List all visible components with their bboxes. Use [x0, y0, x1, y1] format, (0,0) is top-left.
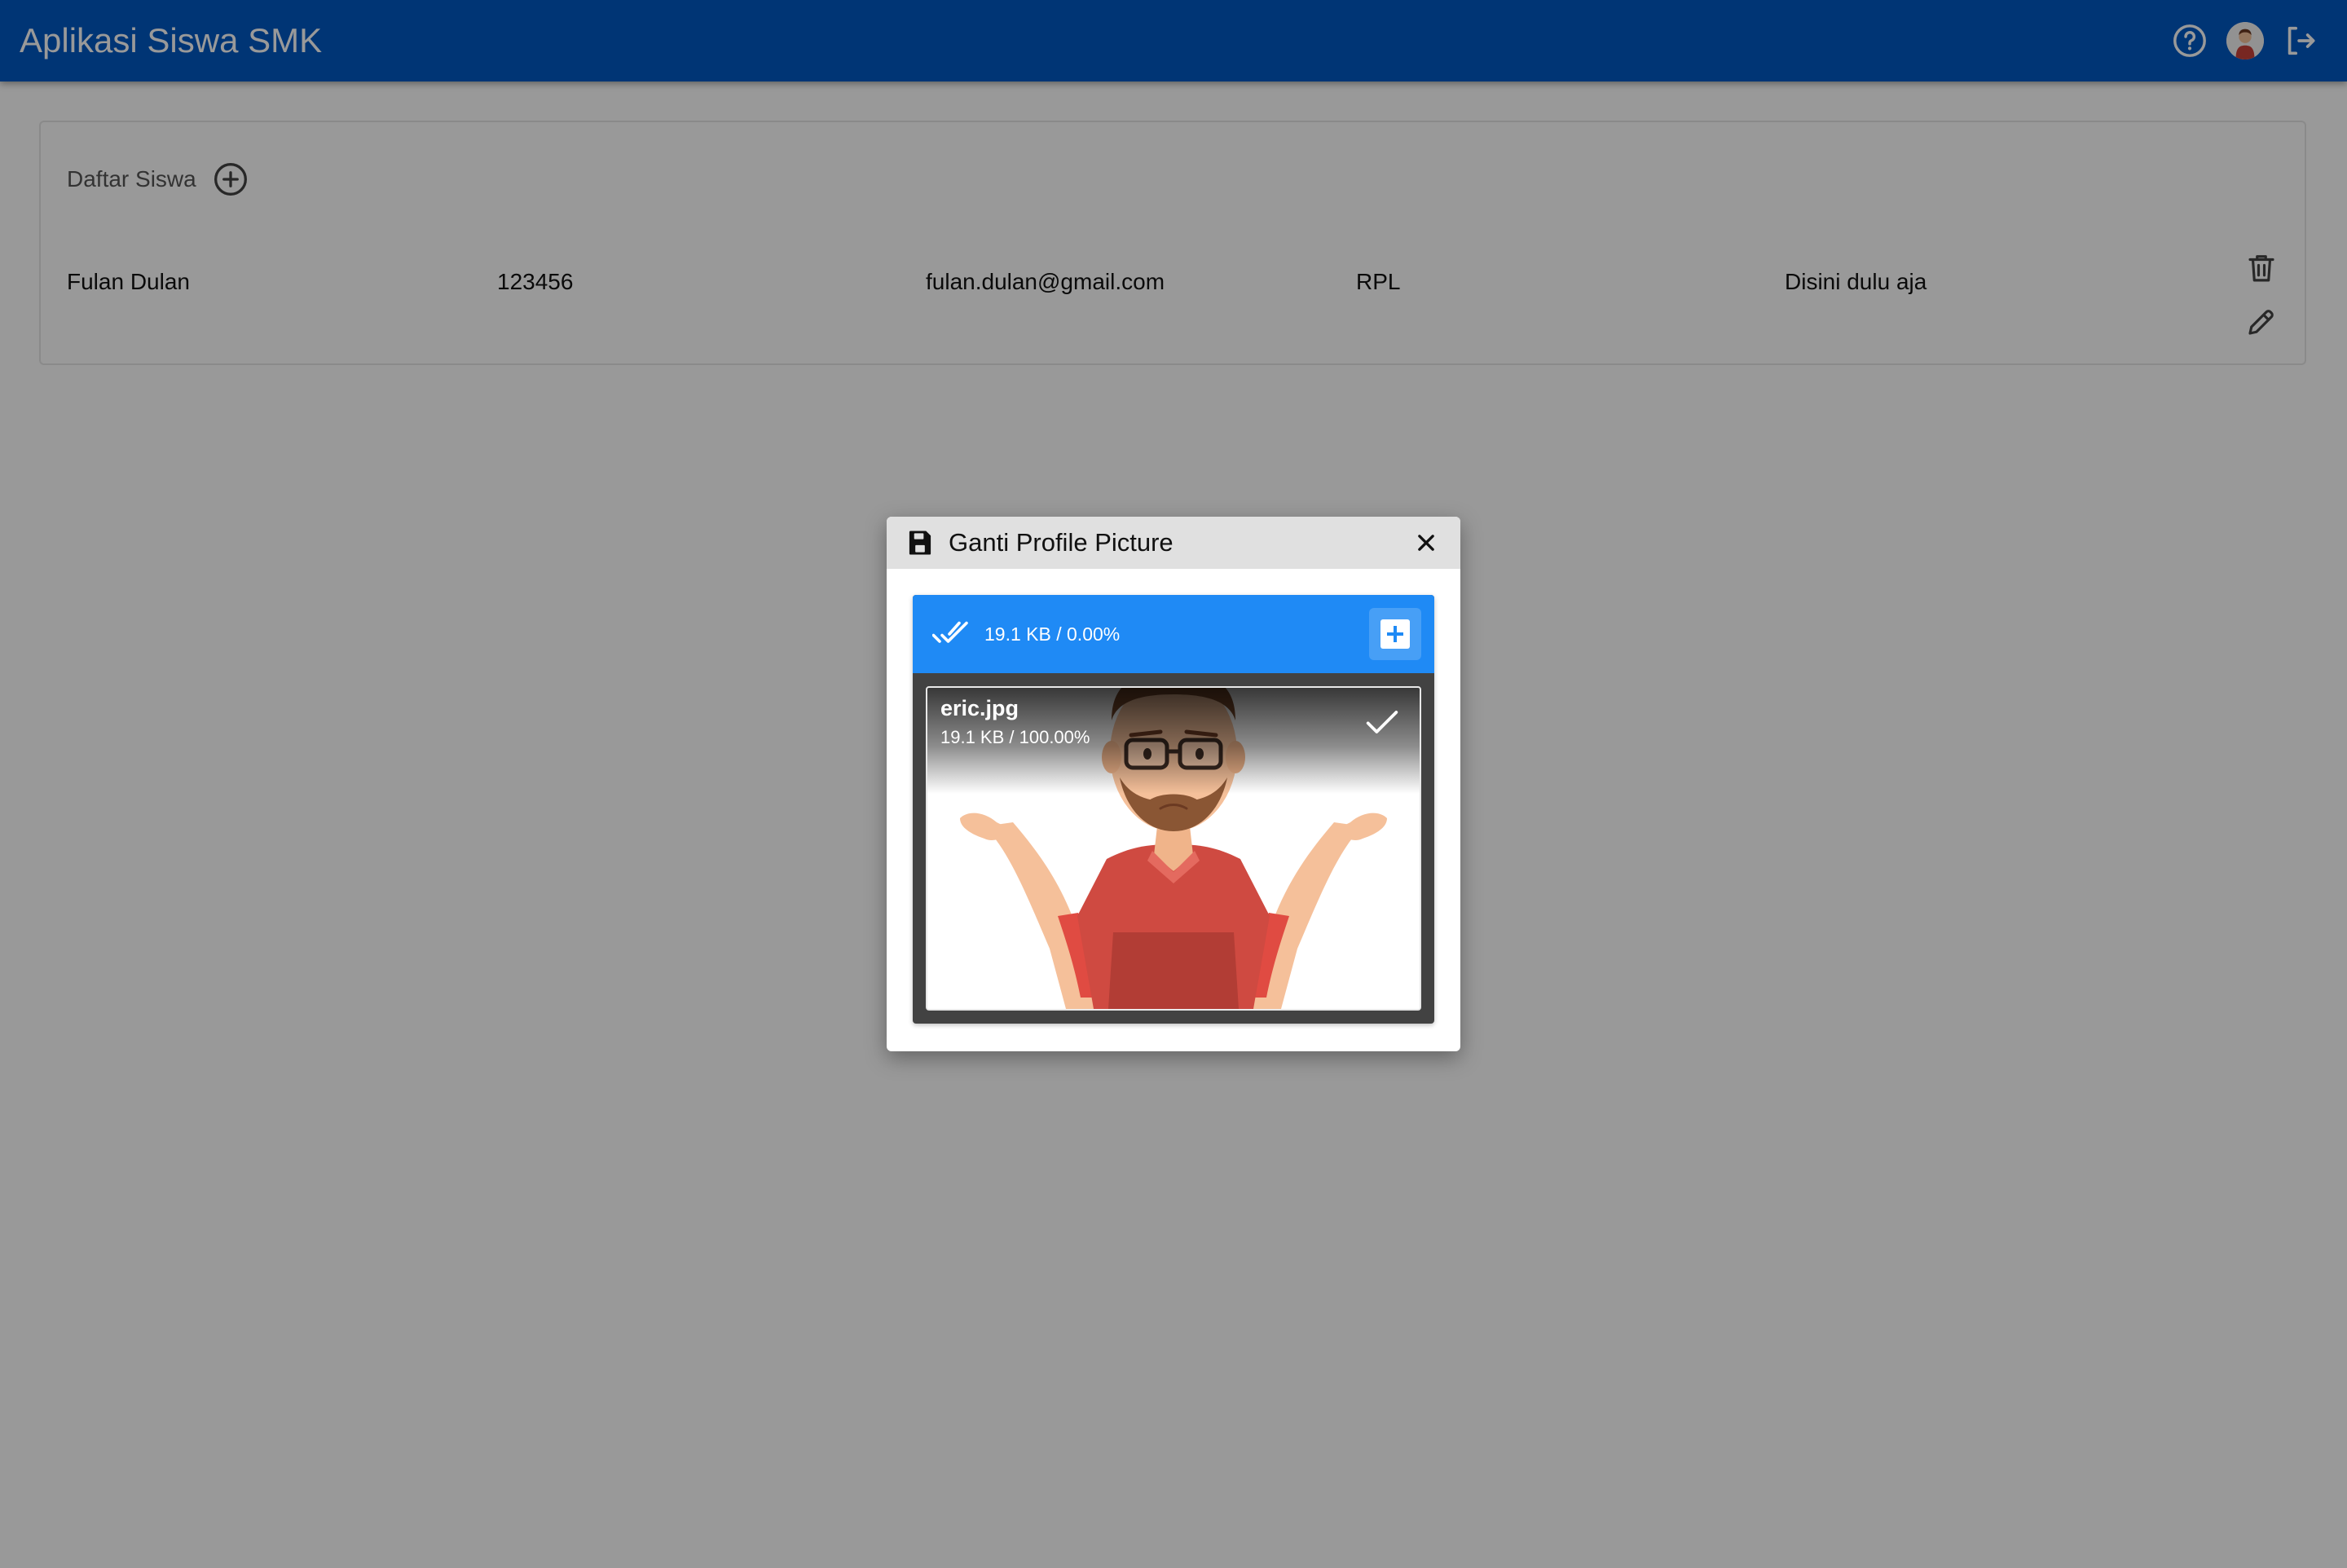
file-uploader: 19.1 KB / 0.00% eric.jpg 19.1 KB / 100.0…: [913, 595, 1434, 1024]
file-item[interactable]: eric.jpg 19.1 KB / 100.00%: [926, 686, 1421, 1011]
add-file-button[interactable]: [1369, 608, 1421, 660]
add-box-icon: [1380, 619, 1410, 649]
dialog-header: Ganti Profile Picture: [887, 517, 1460, 569]
change-profile-picture-dialog: Ganti Profile Picture 19.1 KB / 0.00% er…: [887, 517, 1460, 1051]
dialog-title: Ganti Profile Picture: [949, 528, 1174, 557]
double-check-icon: [932, 621, 968, 643]
save-icon: [909, 531, 931, 555]
check-icon: [1366, 711, 1398, 733]
close-icon[interactable]: [1415, 531, 1438, 554]
file-name: eric.jpg: [940, 696, 1019, 720]
uploader-header: 19.1 KB / 0.00%: [913, 595, 1434, 673]
file-meta: 19.1 KB / 100.00%: [940, 727, 1090, 747]
uploader-status: 19.1 KB / 0.00%: [984, 623, 1121, 645]
